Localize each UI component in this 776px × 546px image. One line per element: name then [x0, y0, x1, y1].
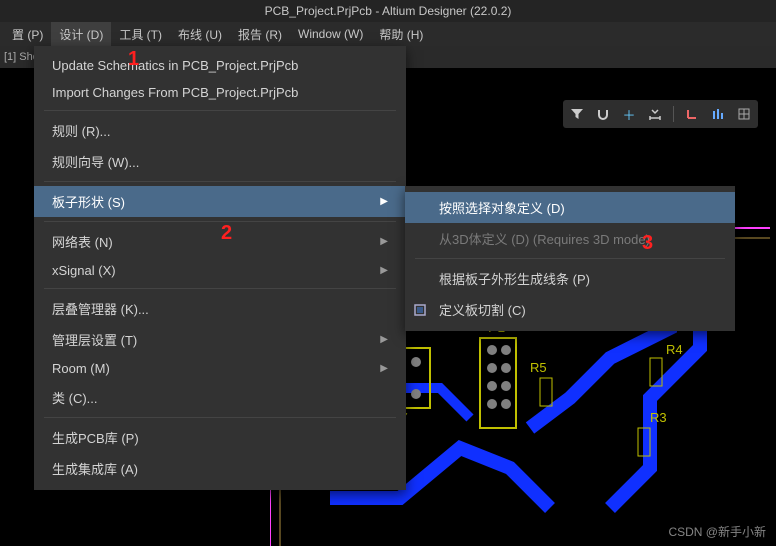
menu-place[interactable]: 置 (P)	[4, 22, 51, 47]
title-bar: PCB_Project.PrjPcb - Altium Designer (22…	[0, 0, 776, 22]
cutout-icon	[413, 303, 427, 317]
submenu-arrow-icon: ▶	[380, 196, 388, 207]
menu-board-shape[interactable]: 板子形状 (S)▶	[34, 186, 406, 217]
menu-rule-wizard[interactable]: 规则向导 (W)...	[34, 146, 406, 177]
submenu-define-from-3d: 从3D体定义 (D) (Requires 3D mode)	[405, 223, 735, 254]
menu-layer-settings[interactable]: 管理层设置 (T)▶	[34, 324, 406, 355]
menu-separator	[44, 417, 396, 418]
menu-rules[interactable]: 规则 (R)...	[34, 115, 406, 146]
menu-route[interactable]: 布线 (U)	[170, 22, 230, 47]
menu-update-schematics[interactable]: Update Schematics in PCB_Project.PrjPcb	[34, 52, 406, 79]
submenu-define-from-selected[interactable]: 按照选择对象定义 (D)	[405, 192, 735, 223]
svg-text:R3: R3	[650, 410, 667, 425]
menu-separator	[44, 221, 396, 222]
columns-icon[interactable]	[710, 106, 726, 122]
toolbar-separator	[673, 106, 674, 122]
window-title: PCB_Project.PrjPcb - Altium Designer (22…	[265, 4, 512, 18]
snap-icon[interactable]	[595, 106, 611, 122]
menu-separator	[415, 258, 725, 259]
menu-make-int-lib[interactable]: 生成集成库 (A)	[34, 453, 406, 484]
board-shape-submenu: 按照选择对象定义 (D) 从3D体定义 (D) (Requires 3D mod…	[405, 186, 735, 331]
menu-make-pcb-lib[interactable]: 生成PCB库 (P)	[34, 422, 406, 453]
submenu-arrow-icon: ▶	[380, 236, 388, 247]
menu-bar: 置 (P) 设计 (D) 工具 (T) 布线 (U) 报告 (R) Window…	[0, 22, 776, 46]
menu-window[interactable]: Window (W)	[290, 23, 371, 45]
plus-icon[interactable]: ＋	[621, 106, 637, 122]
submenu-define-cutout[interactable]: 定义板切割 (C)	[405, 294, 735, 325]
submenu-arrow-icon: ▶	[380, 363, 388, 374]
menu-separator	[44, 288, 396, 289]
submenu-create-primitives[interactable]: 根据板子外形生成线条 (P)	[405, 263, 735, 294]
grid-icon[interactable]	[736, 106, 752, 122]
menu-layer-manager[interactable]: 层叠管理器 (K)...	[34, 293, 406, 324]
menu-separator	[44, 110, 396, 111]
view-toolbar: ＋	[563, 100, 758, 128]
submenu-arrow-icon: ▶	[380, 265, 388, 276]
dimension-icon[interactable]	[647, 106, 663, 122]
svg-text:R4: R4	[666, 342, 683, 357]
submenu-arrow-icon: ▶	[380, 334, 388, 345]
axes-icon[interactable]	[684, 106, 700, 122]
menu-help[interactable]: 帮助 (H)	[371, 22, 431, 47]
menu-reports[interactable]: 报告 (R)	[230, 22, 290, 47]
menu-separator	[44, 181, 396, 182]
design-menu-dropdown: Update Schematics in PCB_Project.PrjPcb …	[34, 46, 406, 490]
svg-text:R5: R5	[530, 360, 547, 375]
menu-design[interactable]: 设计 (D)	[51, 22, 111, 47]
menu-room[interactable]: Room (M)▶	[34, 355, 406, 382]
menu-xsignal[interactable]: xSignal (X)▶	[34, 257, 406, 284]
menu-classes[interactable]: 类 (C)...	[34, 382, 406, 413]
filter-icon[interactable]	[569, 106, 585, 122]
menu-netlist[interactable]: 网络表 (N)▶	[34, 226, 406, 257]
menu-tools[interactable]: 工具 (T)	[111, 22, 170, 47]
menu-import-changes[interactable]: Import Changes From PCB_Project.PrjPcb	[34, 79, 406, 106]
